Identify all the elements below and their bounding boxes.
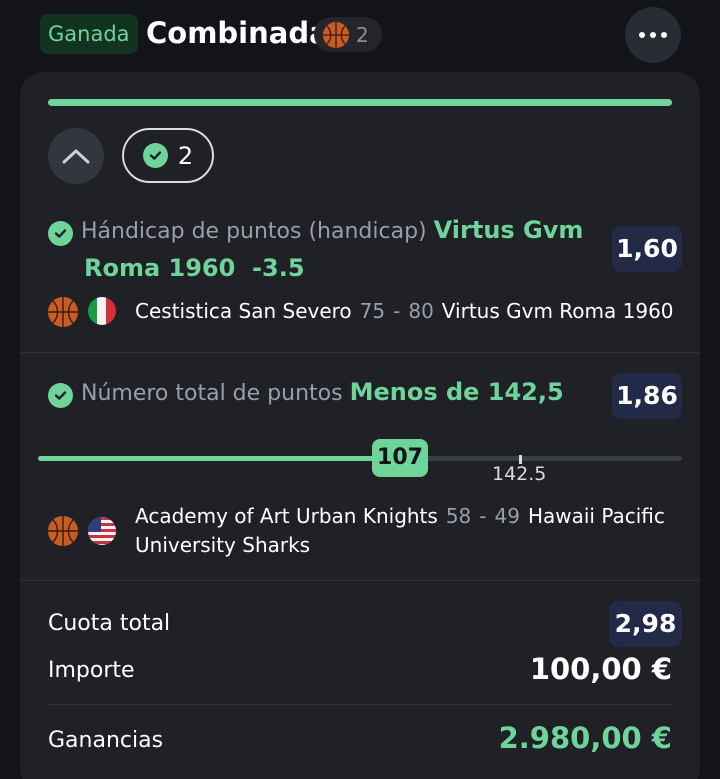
- selection-count-pill[interactable]: 2: [122, 128, 214, 183]
- bet-title: Combinada: [146, 16, 329, 50]
- stake-value: 100,00 €: [529, 652, 672, 686]
- basketball-icon: [323, 21, 349, 48]
- check-icon: [142, 143, 168, 168]
- more-icon: [639, 32, 645, 38]
- current-points-badge: 107: [372, 439, 428, 477]
- status-badge: Ganada: [40, 14, 138, 54]
- points-track-fill: [38, 456, 378, 461]
- divider: [20, 580, 700, 581]
- bet-selection-1: Hándicap de puntos (handicap) Virtus Gvm…: [48, 212, 608, 288]
- away-score: 49: [494, 504, 520, 528]
- home-team: Cestistica San Severo: [135, 299, 352, 323]
- divider: [20, 352, 700, 353]
- odds-badge: 1,60: [612, 226, 682, 272]
- away-team-cont: University Sharks: [135, 533, 311, 557]
- stake-label: Importe: [48, 658, 135, 683]
- match-info: Cestistica San Severo 75-80 Virtus Gvm Rom…: [48, 297, 674, 327]
- home-score: 58: [445, 504, 472, 528]
- sport-count: 2: [356, 22, 369, 47]
- bet-progress-bar: [48, 99, 672, 106]
- pick-handicap: Roma 1960 -3.5: [84, 254, 305, 282]
- chevron-up-icon: [62, 149, 90, 164]
- winnings-label: Ganancias: [48, 728, 164, 753]
- collapse-button[interactable]: [48, 128, 104, 184]
- sport-pill: 2: [314, 17, 382, 52]
- basketball-icon: [48, 516, 78, 546]
- away-score: 80: [408, 299, 434, 323]
- basketball-icon: [48, 297, 78, 327]
- check-icon: [48, 221, 73, 246]
- pick-name: Virtus Gvm: [433, 216, 584, 244]
- divider: [48, 704, 672, 705]
- check-icon: [48, 383, 73, 408]
- line-label: 142.5: [492, 463, 547, 485]
- away-team: Virtus Gvm Roma 1960: [441, 299, 674, 323]
- home-score: 75: [359, 299, 386, 323]
- bet-selection-2: Número total de puntos Menos de 142,5: [48, 374, 608, 412]
- total-odds-label: Cuota total: [48, 611, 171, 636]
- market-name: Hándicap de puntos (handicap): [81, 219, 427, 244]
- usa-flag: [88, 517, 116, 545]
- match-info: Academy of Art Urban Knights 58-49 Hawaii …: [48, 502, 675, 560]
- pick-name: Menos de 142,5: [349, 378, 564, 406]
- odds-badge: 1,86: [612, 373, 682, 419]
- more-button[interactable]: [625, 7, 681, 63]
- home-team: Academy of Art Urban Knights: [135, 504, 438, 528]
- winnings-value: 2.980,00 €: [498, 721, 672, 755]
- market-name: Número total de puntos: [81, 381, 343, 406]
- total-odds-badge: 2,98: [609, 601, 682, 647]
- selection-count: 2: [177, 141, 194, 170]
- bet-header: Ganada Combinada 2: [0, 0, 720, 70]
- italy-flag: [88, 297, 116, 325]
- away-team: Hawaii Pacific: [527, 504, 665, 528]
